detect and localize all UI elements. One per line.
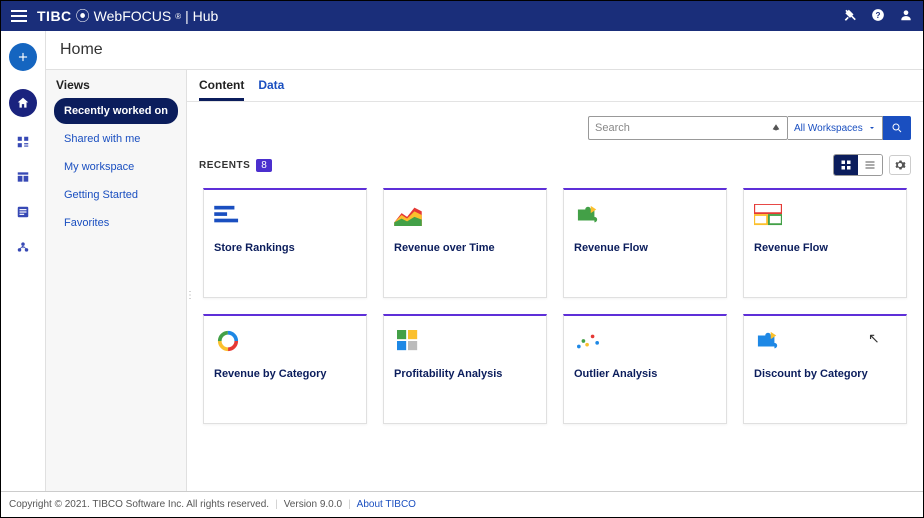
search-button[interactable] <box>883 116 911 140</box>
chevron-down-icon <box>868 124 876 132</box>
footer-version: Version 9.0.0 <box>284 499 342 510</box>
card-title: Revenue Flow <box>574 242 716 254</box>
view-shared-with-me[interactable]: Shared with me <box>54 126 178 152</box>
donut-icon <box>214 330 242 352</box>
view-favorites[interactable]: Favorites <box>54 210 178 236</box>
view-recently-worked[interactable]: Recently worked on <box>54 98 178 124</box>
grid-view-button[interactable] <box>834 155 858 175</box>
tab-data[interactable]: Data <box>258 78 284 101</box>
page-title: Home <box>46 31 923 70</box>
search-placeholder: Search <box>595 122 630 134</box>
view-my-workspace[interactable]: My workspace <box>54 154 178 180</box>
card-title: Profitability Analysis <box>394 368 536 380</box>
card-discount-by-category[interactable]: Discount by Category <box>743 314 907 424</box>
card-title: Revenue over Time <box>394 242 536 254</box>
hbars-icon <box>214 204 242 226</box>
app-nav-icon[interactable] <box>16 205 30 222</box>
card-revenue-flow-2[interactable]: Revenue Flow <box>743 188 907 298</box>
settings-button[interactable] <box>889 155 911 175</box>
brand-logo: TIBC⦿ WebFOCUS® | Hub <box>37 6 218 26</box>
card-revenue-by-category[interactable]: Revenue by Category <box>203 314 367 424</box>
card-store-rankings[interactable]: Store Rankings <box>203 188 367 298</box>
brand-o-glyph: ⦿ <box>76 6 90 26</box>
card-profitability-analysis[interactable]: Profitability Analysis <box>383 314 547 424</box>
card-title: Revenue Flow <box>754 242 896 254</box>
card-title: Revenue by Category <box>214 368 356 380</box>
top-bar: TIBC⦿ WebFOCUS® | Hub ? <box>1 1 923 31</box>
tools-icon[interactable] <box>843 8 857 25</box>
scatter-icon <box>574 330 602 352</box>
search-icon <box>891 122 903 134</box>
card-outlier-analysis[interactable]: Outlier Analysis <box>563 314 727 424</box>
footer: Copyright © 2021. TIBCO Software Inc. Al… <box>1 491 923 517</box>
list-view-button[interactable] <box>858 155 882 175</box>
card-title: Outlier Analysis <box>574 368 716 380</box>
recents-count: 8 <box>256 159 272 172</box>
workspaces-nav-icon[interactable] <box>16 135 30 152</box>
workspace-filter-label: All Workspaces <box>794 123 863 134</box>
card-title: Discount by Category <box>754 368 896 380</box>
footer-copyright: Copyright © 2021. TIBCO Software Inc. Al… <box>9 499 269 510</box>
recents-label: RECENTS <box>199 160 250 171</box>
gear-icon <box>894 159 906 171</box>
brand-webfocus: WebFOCUS <box>94 8 172 24</box>
create-button[interactable] <box>9 43 37 71</box>
mgmt-nav-icon[interactable] <box>16 240 30 257</box>
portals-nav-icon[interactable] <box>16 170 30 187</box>
view-getting-started[interactable]: Getting Started <box>54 182 178 208</box>
card-title: Store Rankings <box>214 242 356 254</box>
brand-reg: ® <box>175 12 181 21</box>
footer-about-link[interactable]: About TIBCO <box>357 499 416 510</box>
puzzle-icon <box>574 204 602 226</box>
cards-grid: Store Rankings Revenue over Time Revenue… <box>187 182 923 430</box>
view-toggle <box>833 154 883 176</box>
brand-hub: | Hub <box>185 8 218 24</box>
area-icon <box>394 204 422 226</box>
card-revenue-flow-1[interactable]: Revenue Flow <box>563 188 727 298</box>
squares-icon <box>394 330 422 352</box>
tab-content[interactable]: Content <box>199 78 244 101</box>
puzzle-icon <box>754 330 782 352</box>
menu-icon[interactable] <box>11 10 27 22</box>
views-panel: Views Recently worked on Shared with me … <box>46 70 186 491</box>
svg-text:?: ? <box>876 10 881 19</box>
main-panel: Content Data Search All Workspaces <box>186 70 923 491</box>
search-caret-icon <box>771 123 781 133</box>
drag-handle-icon[interactable]: ⋮ <box>185 290 195 301</box>
help-icon[interactable]: ? <box>871 8 885 25</box>
layout-icon <box>754 204 782 226</box>
workspace-filter[interactable]: All Workspaces <box>788 116 883 140</box>
icon-rail <box>1 31 46 491</box>
views-heading: Views <box>54 78 178 92</box>
brand-tibco: TIBC <box>37 8 72 24</box>
user-icon[interactable] <box>899 8 913 25</box>
home-nav-icon[interactable] <box>9 89 37 117</box>
search-input[interactable]: Search <box>588 116 788 140</box>
card-revenue-over-time[interactable]: Revenue over Time <box>383 188 547 298</box>
content-tabs: Content Data <box>187 70 923 102</box>
